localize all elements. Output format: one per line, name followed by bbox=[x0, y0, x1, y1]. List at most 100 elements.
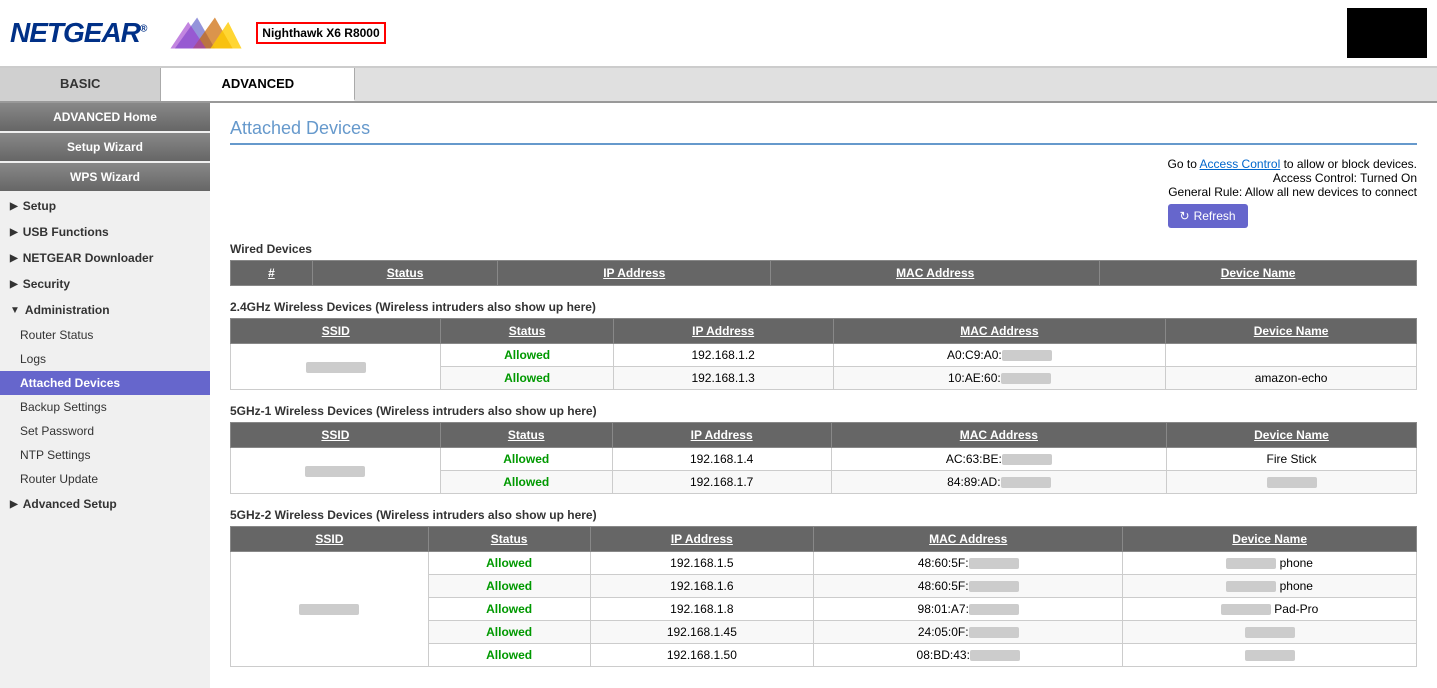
cell-device-name bbox=[1123, 621, 1417, 644]
wifi24-devices-table: SSID Status IP Address MAC Address Devic… bbox=[230, 318, 1417, 390]
info-bar: Go to Access Control to allow or block d… bbox=[230, 157, 1417, 228]
cell-status: Allowed bbox=[428, 644, 590, 667]
sidebar-group-security-header[interactable]: ▶ Security bbox=[0, 271, 210, 297]
refresh-button[interactable]: ↻ Refresh bbox=[1168, 204, 1248, 228]
cell-mac: A0:C9:A0: bbox=[833, 344, 1166, 367]
sidebar-item-logs[interactable]: Logs bbox=[0, 347, 210, 371]
sidebar-group-usb-arrow: ▶ bbox=[10, 227, 18, 238]
sidebar-group-advanced-setup: ▶ Advanced Setup bbox=[0, 491, 210, 517]
wifi5-2-col-ip: IP Address bbox=[590, 527, 814, 552]
main-content: Attached Devices Go to Access Control to… bbox=[210, 103, 1437, 688]
cell-status: Allowed bbox=[441, 344, 613, 367]
black-box bbox=[1347, 8, 1427, 58]
table-row: Allowed192.168.1.4AC:63:BE: Fire Stick bbox=[231, 448, 1417, 471]
cell-device-name: amazon-echo bbox=[1166, 367, 1417, 390]
cell-mac: 24:05:0F: bbox=[814, 621, 1123, 644]
access-control-desc: to allow or block devices. bbox=[1284, 157, 1417, 171]
sidebar-item-router-update[interactable]: Router Update bbox=[0, 467, 210, 491]
wifi5-1-col-name: Device Name bbox=[1167, 423, 1417, 448]
cell-ip: 192.168.1.7 bbox=[612, 471, 831, 494]
cell-device-name bbox=[1123, 644, 1417, 667]
wifi5-1-col-mac: MAC Address bbox=[831, 423, 1166, 448]
wired-devices-table: # Status IP Address MAC Address Device N… bbox=[230, 260, 1417, 286]
model-label: Nighthawk X6 R8000 bbox=[256, 22, 385, 44]
sidebar-group-usb: ▶ USB Functions bbox=[0, 219, 210, 245]
sidebar-item-router-status[interactable]: Router Status bbox=[0, 323, 210, 347]
sidebar-group-security-arrow: ▶ bbox=[10, 279, 18, 290]
cell-ip: 192.168.1.50 bbox=[590, 644, 814, 667]
sidebar: ADVANCED Home Setup Wizard WPS Wizard ▶ … bbox=[0, 103, 210, 688]
sidebar-group-downloader-arrow: ▶ bbox=[10, 253, 18, 264]
cell-status: Allowed bbox=[440, 471, 612, 494]
wifi24-col-ip: IP Address bbox=[613, 319, 833, 344]
access-control-link[interactable]: Access Control bbox=[1200, 157, 1281, 171]
cell-device-name: phone bbox=[1123, 575, 1417, 598]
sidebar-item-backup-settings[interactable]: Backup Settings bbox=[0, 395, 210, 419]
wifi24-section-title: 2.4GHz Wireless Devices (Wireless intrud… bbox=[230, 300, 1417, 314]
sidebar-item-ntp-settings[interactable]: NTP Settings bbox=[0, 443, 210, 467]
sidebar-group-downloader-label: NETGEAR Downloader bbox=[23, 251, 154, 265]
sidebar-group-advanced-setup-header[interactable]: ▶ Advanced Setup bbox=[0, 491, 210, 517]
sidebar-group-advanced-setup-label: Advanced Setup bbox=[23, 497, 117, 511]
access-control-status1: Access Control: Turned On bbox=[1168, 171, 1417, 185]
sidebar-btn-setup-wizard[interactable]: Setup Wizard bbox=[0, 133, 210, 161]
wifi24-col-ssid: SSID bbox=[231, 319, 441, 344]
layout: ADVANCED Home Setup Wizard WPS Wizard ▶ … bbox=[0, 103, 1437, 688]
wifi24-col-status: Status bbox=[441, 319, 613, 344]
wired-col-ip: IP Address bbox=[498, 261, 771, 286]
sidebar-group-setup-header[interactable]: ▶ Setup bbox=[0, 193, 210, 219]
sidebar-group-setup-arrow: ▶ bbox=[10, 201, 18, 212]
cell-mac: 98:01:A7: bbox=[814, 598, 1123, 621]
tab-basic[interactable]: BASIC bbox=[0, 68, 161, 101]
cell-mac: AC:63:BE: bbox=[831, 448, 1166, 471]
logo-graphic bbox=[166, 13, 246, 53]
wired-col-status: Status bbox=[312, 261, 497, 286]
cell-status: Allowed bbox=[428, 552, 590, 575]
wifi5-2-col-mac: MAC Address bbox=[814, 527, 1123, 552]
cell-ssid bbox=[231, 552, 429, 667]
cell-status: Allowed bbox=[428, 598, 590, 621]
table-row: Allowed192.168.1.2A0:C9:A0: bbox=[231, 344, 1417, 367]
sidebar-btn-advanced-home[interactable]: ADVANCED Home bbox=[0, 103, 210, 131]
cell-mac: 48:60:5F: bbox=[814, 575, 1123, 598]
cell-ip: 192.168.1.8 bbox=[590, 598, 814, 621]
wifi5-1-section-title: 5GHz-1 Wireless Devices (Wireless intrud… bbox=[230, 404, 1417, 418]
sidebar-group-advanced-setup-arrow: ▶ bbox=[10, 499, 18, 510]
header: NETGEAR® Nighthawk X6 R8000 bbox=[0, 0, 1437, 68]
refresh-label: Refresh bbox=[1194, 209, 1236, 223]
sidebar-group-security: ▶ Security bbox=[0, 271, 210, 297]
wifi5-2-section-title: 5GHz-2 Wireless Devices (Wireless intrud… bbox=[230, 508, 1417, 522]
cell-mac: 10:AE:60: bbox=[833, 367, 1166, 390]
sidebar-group-security-label: Security bbox=[23, 277, 70, 291]
sidebar-group-downloader-header[interactable]: ▶ NETGEAR Downloader bbox=[0, 245, 210, 271]
sidebar-group-administration-header[interactable]: ▼ Administration bbox=[0, 297, 210, 323]
netgear-logo: NETGEAR® bbox=[10, 17, 146, 49]
cell-ssid bbox=[231, 344, 441, 390]
wifi5-2-col-status: Status bbox=[428, 527, 590, 552]
table-row: Allowed192.168.1.548:60:5F: phone bbox=[231, 552, 1417, 575]
tab-advanced[interactable]: ADVANCED bbox=[161, 68, 355, 101]
wired-col-num: # bbox=[231, 261, 313, 286]
info-bar-right: Go to Access Control to allow or block d… bbox=[1168, 157, 1417, 228]
wifi5-2-col-name: Device Name bbox=[1123, 527, 1417, 552]
sidebar-item-attached-devices[interactable]: Attached Devices bbox=[0, 371, 210, 395]
wired-col-name: Device Name bbox=[1100, 261, 1417, 286]
cell-ip: 192.168.1.3 bbox=[613, 367, 833, 390]
wifi5-1-col-ssid: SSID bbox=[231, 423, 441, 448]
wifi24-col-mac: MAC Address bbox=[833, 319, 1166, 344]
wired-section-title: Wired Devices bbox=[230, 242, 1417, 256]
sidebar-group-downloader: ▶ NETGEAR Downloader bbox=[0, 245, 210, 271]
sidebar-btn-wps-wizard[interactable]: WPS Wizard bbox=[0, 163, 210, 191]
wired-col-mac: MAC Address bbox=[771, 261, 1100, 286]
cell-ip: 192.168.1.6 bbox=[590, 575, 814, 598]
cell-mac: 48:60:5F: bbox=[814, 552, 1123, 575]
sidebar-item-set-password[interactable]: Set Password bbox=[0, 419, 210, 443]
cell-ip: 192.168.1.45 bbox=[590, 621, 814, 644]
wifi24-col-name: Device Name bbox=[1166, 319, 1417, 344]
sidebar-group-usb-header[interactable]: ▶ USB Functions bbox=[0, 219, 210, 245]
wifi5-1-col-ip: IP Address bbox=[612, 423, 831, 448]
cell-status: Allowed bbox=[428, 575, 590, 598]
refresh-icon: ↻ bbox=[1180, 209, 1190, 223]
cell-device-name bbox=[1166, 344, 1417, 367]
sidebar-group-administration: ▼ Administration Router Status Logs Atta… bbox=[0, 297, 210, 491]
